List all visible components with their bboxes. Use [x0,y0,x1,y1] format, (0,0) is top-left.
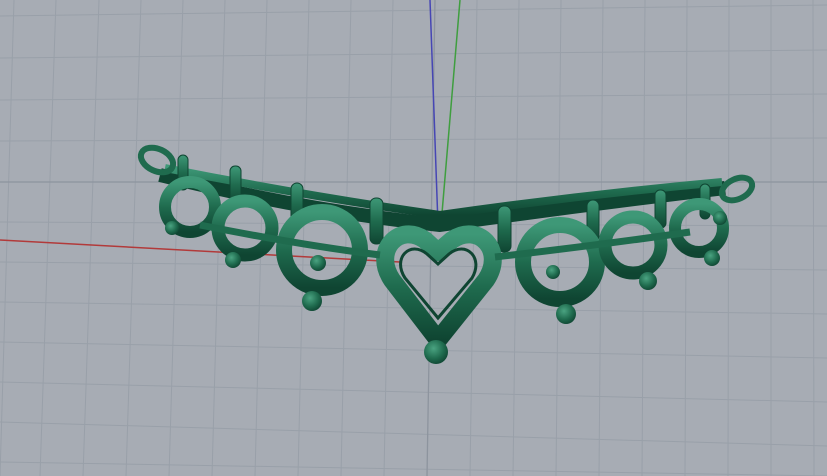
3d-viewport[interactable] [0,0,827,476]
